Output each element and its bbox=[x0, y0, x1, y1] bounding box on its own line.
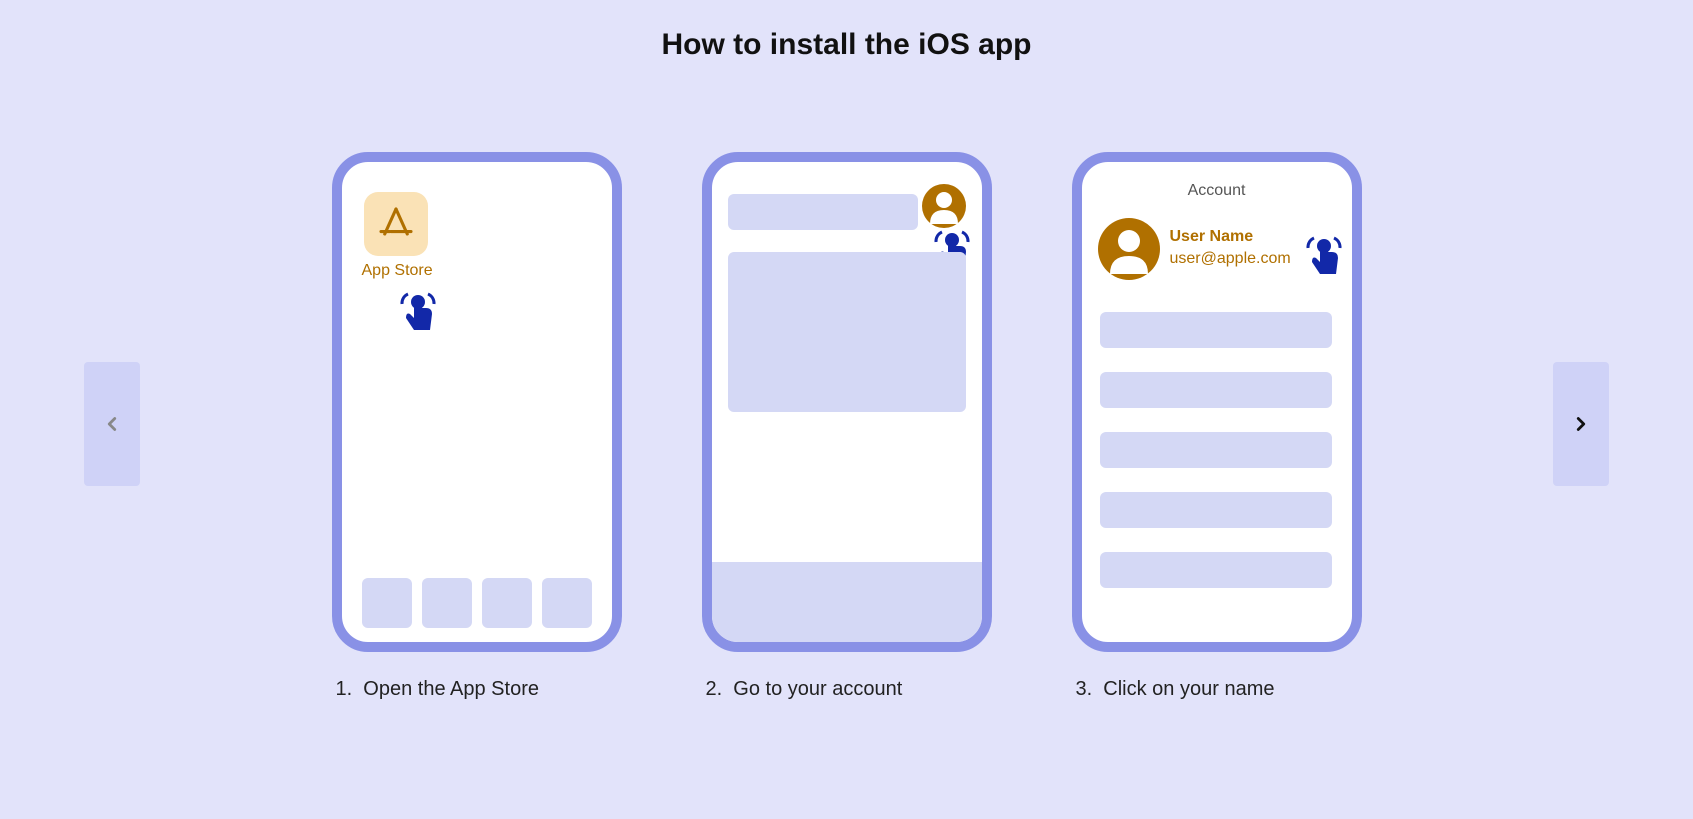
steps-carousel: App Store 1. Open the App Store bbox=[0, 152, 1693, 701]
header-placeholder bbox=[728, 194, 918, 230]
settings-row-placeholder bbox=[1100, 492, 1332, 528]
settings-row-placeholder bbox=[1100, 432, 1332, 468]
dock-app-placeholder bbox=[422, 578, 472, 628]
chevron-left-icon bbox=[101, 413, 123, 435]
phone-mock-1: App Store bbox=[332, 152, 622, 652]
phone-mock-3: Account User Name user@apple.com bbox=[1072, 152, 1362, 652]
step-caption: 2. Go to your account bbox=[706, 678, 903, 701]
next-button[interactable] bbox=[1553, 362, 1609, 486]
phone-mock-2 bbox=[702, 152, 992, 652]
step-3: Account User Name user@apple.com 3. bbox=[1072, 152, 1362, 701]
step-1: App Store 1. Open the App Store bbox=[332, 152, 622, 701]
account-title: Account bbox=[1082, 182, 1352, 200]
step-caption: 3. Click on your name bbox=[1076, 678, 1275, 701]
user-avatar-icon bbox=[1098, 218, 1160, 280]
user-email: user@apple.com bbox=[1170, 250, 1291, 268]
settings-row-placeholder bbox=[1100, 552, 1332, 588]
dock-app-placeholder bbox=[362, 578, 412, 628]
step-2: 2. Go to your account bbox=[702, 152, 992, 701]
step-caption: 1. Open the App Store bbox=[336, 678, 539, 701]
tap-icon bbox=[398, 290, 438, 334]
user-name: User Name bbox=[1170, 228, 1254, 246]
settings-row-placeholder bbox=[1100, 312, 1332, 348]
prev-button[interactable] bbox=[84, 362, 140, 486]
app-store-label: App Store bbox=[362, 262, 433, 280]
tap-icon bbox=[1304, 234, 1344, 278]
page-title: How to install the iOS app bbox=[0, 0, 1693, 62]
chevron-right-icon bbox=[1570, 413, 1592, 435]
dock-app-placeholder bbox=[482, 578, 532, 628]
app-store-icon bbox=[364, 192, 428, 256]
bottom-bar-placeholder bbox=[712, 562, 982, 642]
account-avatar-icon bbox=[922, 184, 966, 228]
dock-app-placeholder bbox=[542, 578, 592, 628]
settings-row-placeholder bbox=[1100, 372, 1332, 408]
body-placeholder bbox=[728, 252, 966, 412]
